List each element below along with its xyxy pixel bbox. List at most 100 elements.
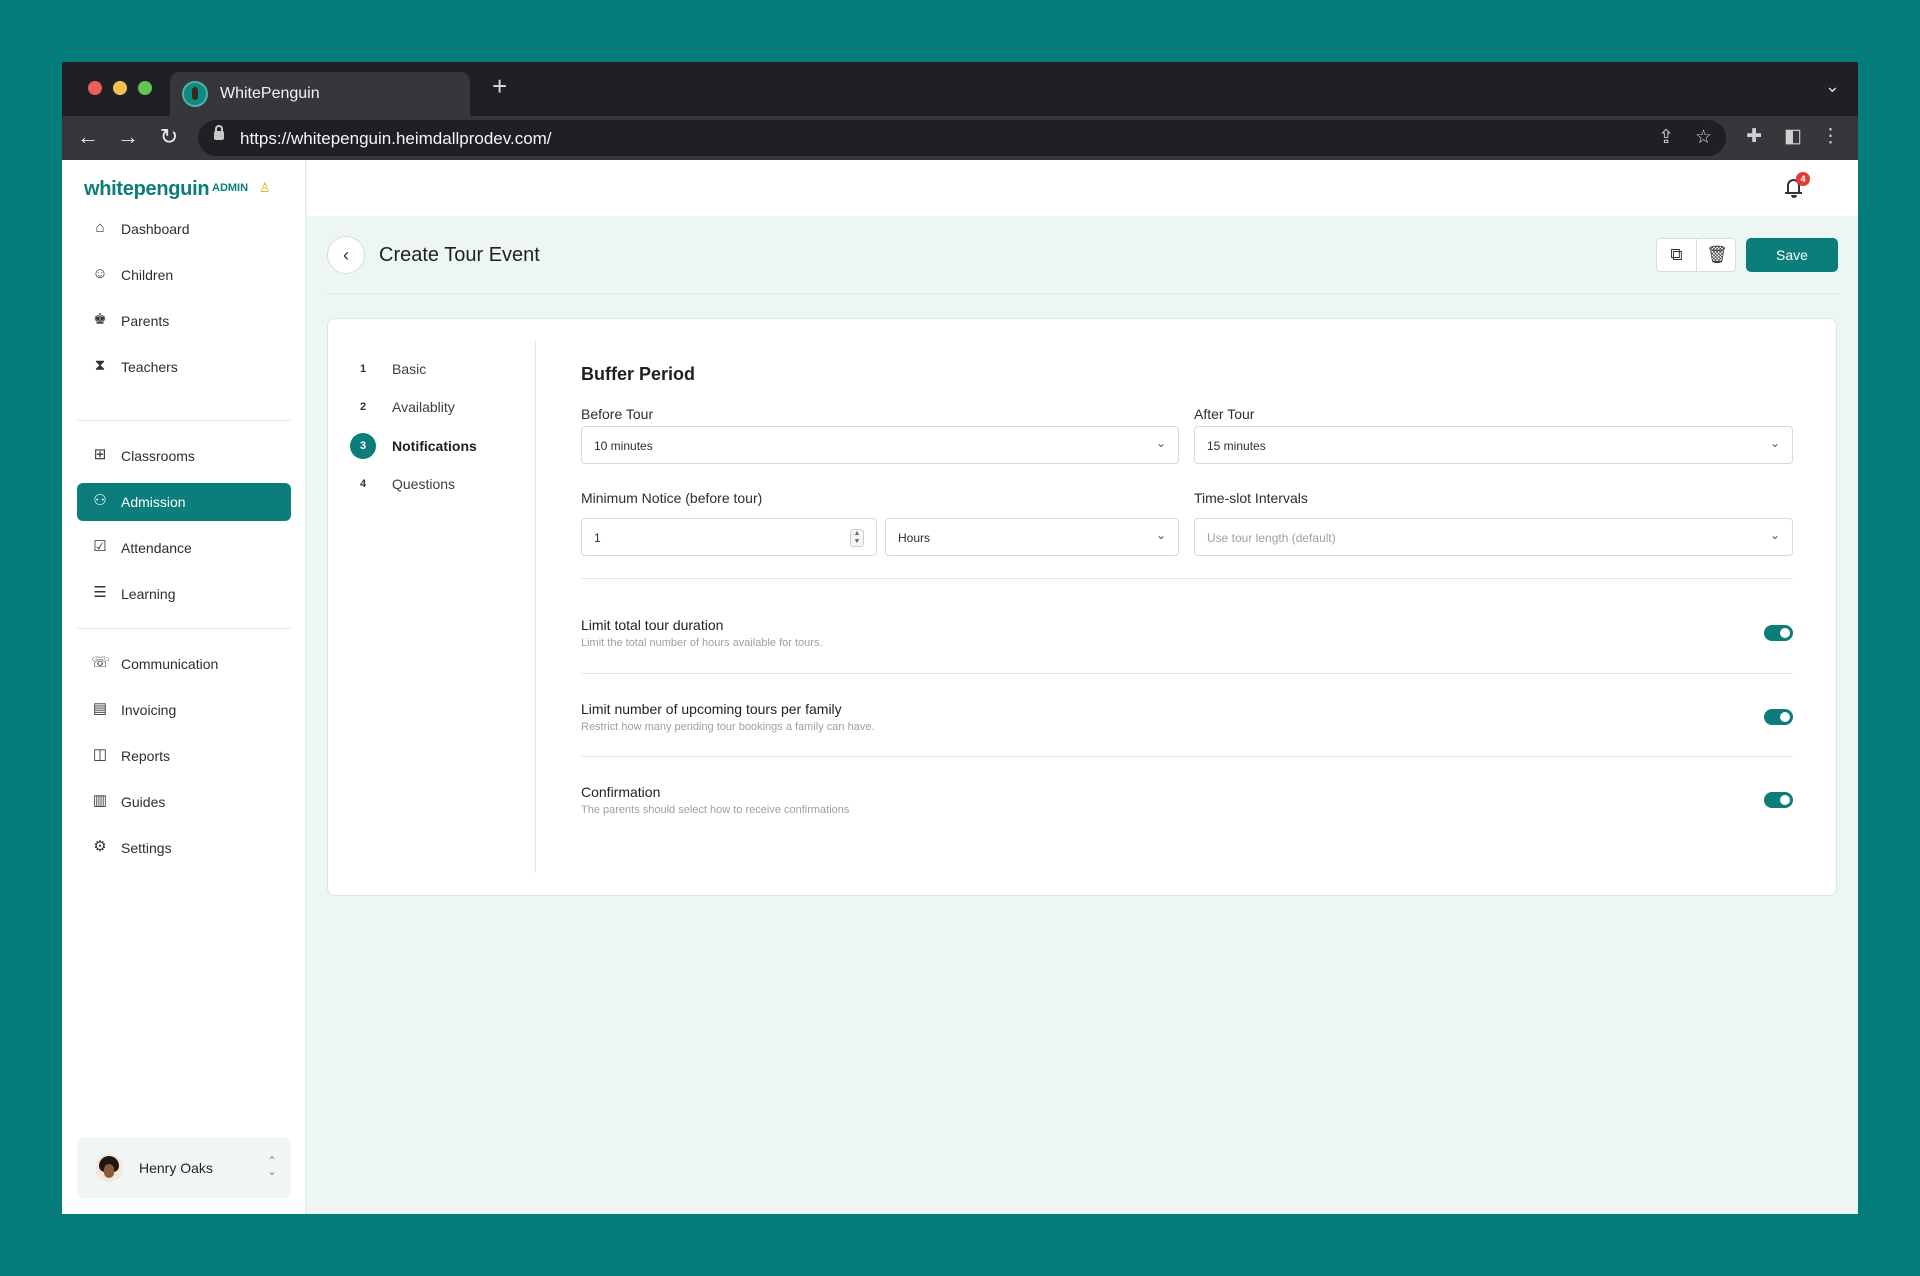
toggle-title: Limit number of upcoming tours per famil… [581,701,842,717]
sidebar-item-communication[interactable]: ☏ Communication [77,645,291,683]
gear-icon: ⚙ [93,838,107,855]
duplicate-icon[interactable]: ⧉ [1657,239,1697,271]
browser-tab[interactable]: WhitePenguin [170,72,470,116]
app-area: whitepenguin ADMIN ♙ ⌂ Dashboard ☺ Child… [62,160,1858,1214]
nav-divider [77,628,291,629]
sidebar-item-teachers[interactable]: ⧗ Teachers [77,348,291,386]
limit-duration-toggle[interactable] [1764,625,1793,641]
sidebar-item-classrooms[interactable]: ⊞ Classrooms [77,437,291,475]
steps-divider [535,341,536,873]
notification-badge: 4 [1796,172,1810,186]
confirmation-toggle[interactable] [1764,792,1793,808]
user-switcher[interactable]: Henry Oaks ⌃ ⌄ [77,1138,291,1198]
chevron-down-icon[interactable]: ⌄ [1825,76,1840,97]
divider [581,756,1793,757]
side-panel-icon[interactable]: ◧ [1784,124,1802,150]
number-stepper[interactable]: ▲ ▼ [850,529,864,547]
attendance-icon: ☑ [93,538,107,555]
sidebar-item-label: Communication [121,656,219,672]
grid-icon: ⊞ [93,446,107,463]
parents-icon: ♚ [93,311,107,328]
forward-arrow-icon[interactable]: → [114,124,142,150]
trash-icon[interactable]: 🗑 [1697,239,1737,271]
share-icon[interactable]: ⇪ [1658,126,1674,149]
sidebar-item-label: Attendance [121,540,192,556]
sidebar-item-guides[interactable]: ▥ Guides [77,783,291,821]
page-header: ‹ Create Tour Event ⧉ 🗑 Save [327,236,1838,294]
sidebar-item-admission[interactable]: ⚇ Admission [77,483,291,521]
limit-upcoming-tours-toggle[interactable] [1764,709,1793,725]
min-notice-unit-select[interactable]: Hours ⌄ [885,518,1179,556]
extensions-icon[interactable]: ✚ [1746,124,1762,150]
sidebar-item-children[interactable]: ☺ Children [77,256,291,294]
sidebar-item-label: Reports [121,748,171,764]
app-logo[interactable]: whitepenguin [84,178,210,201]
input-value: 1 [594,531,601,545]
step-number: 4 [359,478,367,490]
sidebar-item-parents[interactable]: ♚ Parents [77,302,291,340]
close-window-button[interactable] [88,81,102,95]
user-name: Henry Oaks [139,1160,213,1176]
select-placeholder: Use tour length (default) [1207,531,1336,545]
sidebar-item-learning[interactable]: ☰ Learning [77,575,291,613]
new-tab-button[interactable]: + [492,71,507,101]
child-icon: ☺ [92,265,108,282]
select-value: Hours [898,531,931,545]
min-notice-input[interactable]: 1 ▲ ▼ [581,518,877,556]
sidebar-item-label: Learning [121,586,176,602]
select-value: 15 minutes [1207,439,1266,453]
admin-user-icon: ♙ [259,180,271,195]
sidebar-item-label: Invoicing [121,702,177,718]
before-tour-select[interactable]: 10 minutes ⌄ [581,426,1179,464]
chevron-down-icon: ⌄ [1155,528,1166,542]
sidebar-item-label: Classrooms [121,448,195,464]
more-menu-icon[interactable]: ⋮ [1821,124,1840,150]
step-number: 3 [350,433,376,459]
sidebar-item-label: Children [121,267,174,283]
step-label: Basic [392,361,427,377]
sidebar-item-attendance[interactable]: ☑ Attendance [77,529,291,567]
min-notice-label: Minimum Notice (before tour) [581,490,763,506]
after-tour-select[interactable]: 15 minutes ⌄ [1194,426,1793,464]
star-icon[interactable]: ☆ [1695,126,1712,149]
maximize-window-button[interactable] [138,81,152,95]
sidebar-item-label: Guides [121,794,166,810]
divider [581,578,1793,579]
sidebar-item-dashboard[interactable]: ⌂ Dashboard [77,210,291,248]
save-button[interactable]: Save [1746,238,1838,272]
chevron-updown-icon: ⌃ ⌄ [266,1154,277,1178]
minimize-window-button[interactable] [113,81,127,95]
admission-icon: ⚇ [93,492,107,509]
before-tour-label: Before Tour [581,406,654,422]
sidebar-item-label: Teachers [121,359,178,375]
reload-icon[interactable]: ↻ [155,124,183,150]
page-title: Create Tour Event [379,244,540,266]
favicon-icon [182,81,208,107]
timeslot-select[interactable]: Use tour length (default) ⌄ [1194,518,1793,556]
teacher-icon: ⧗ [94,357,106,374]
chevron-down-icon: ⌄ [1769,528,1780,542]
browser-toolbar: ← → ↻ https://whitepenguin.heimdallprode… [62,116,1858,160]
bell-clapper [1791,195,1797,198]
chevron-down-icon: ⌄ [1769,436,1780,450]
sidebar-item-settings[interactable]: ⚙ Settings [77,829,291,867]
toggle-description: Limit the total number of hours availabl… [581,637,823,649]
divider [581,673,1793,674]
browser-window: WhitePenguin + ⌄ ← → ↻ https://whitepeng… [62,62,1858,1214]
chevron-down-icon: ⌄ [1155,436,1166,450]
sidebar-item-invoicing[interactable]: ▤ Invoicing [77,691,291,729]
sidebar-item-reports[interactable]: ◫ Reports [77,737,291,775]
admin-tag: ADMIN [212,182,249,194]
learning-icon: ☰ [93,584,107,601]
back-button[interactable]: ‹ [327,236,365,274]
url-text: https://whitepenguin.heimdallprodev.com/ [240,129,552,148]
select-value: 10 minutes [594,439,653,453]
bell-icon[interactable]: 4 [1782,172,1810,200]
toggle-title: Confirmation [581,784,661,800]
address-bar[interactable]: https://whitepenguin.heimdallprodev.com/… [198,120,1726,156]
browser-tabbar: WhitePenguin + ⌄ [62,62,1858,116]
step-number: 2 [359,401,367,413]
bell-base [1785,192,1802,194]
back-arrow-icon[interactable]: ← [74,124,102,150]
toggle-title: Limit total tour duration [581,617,724,633]
